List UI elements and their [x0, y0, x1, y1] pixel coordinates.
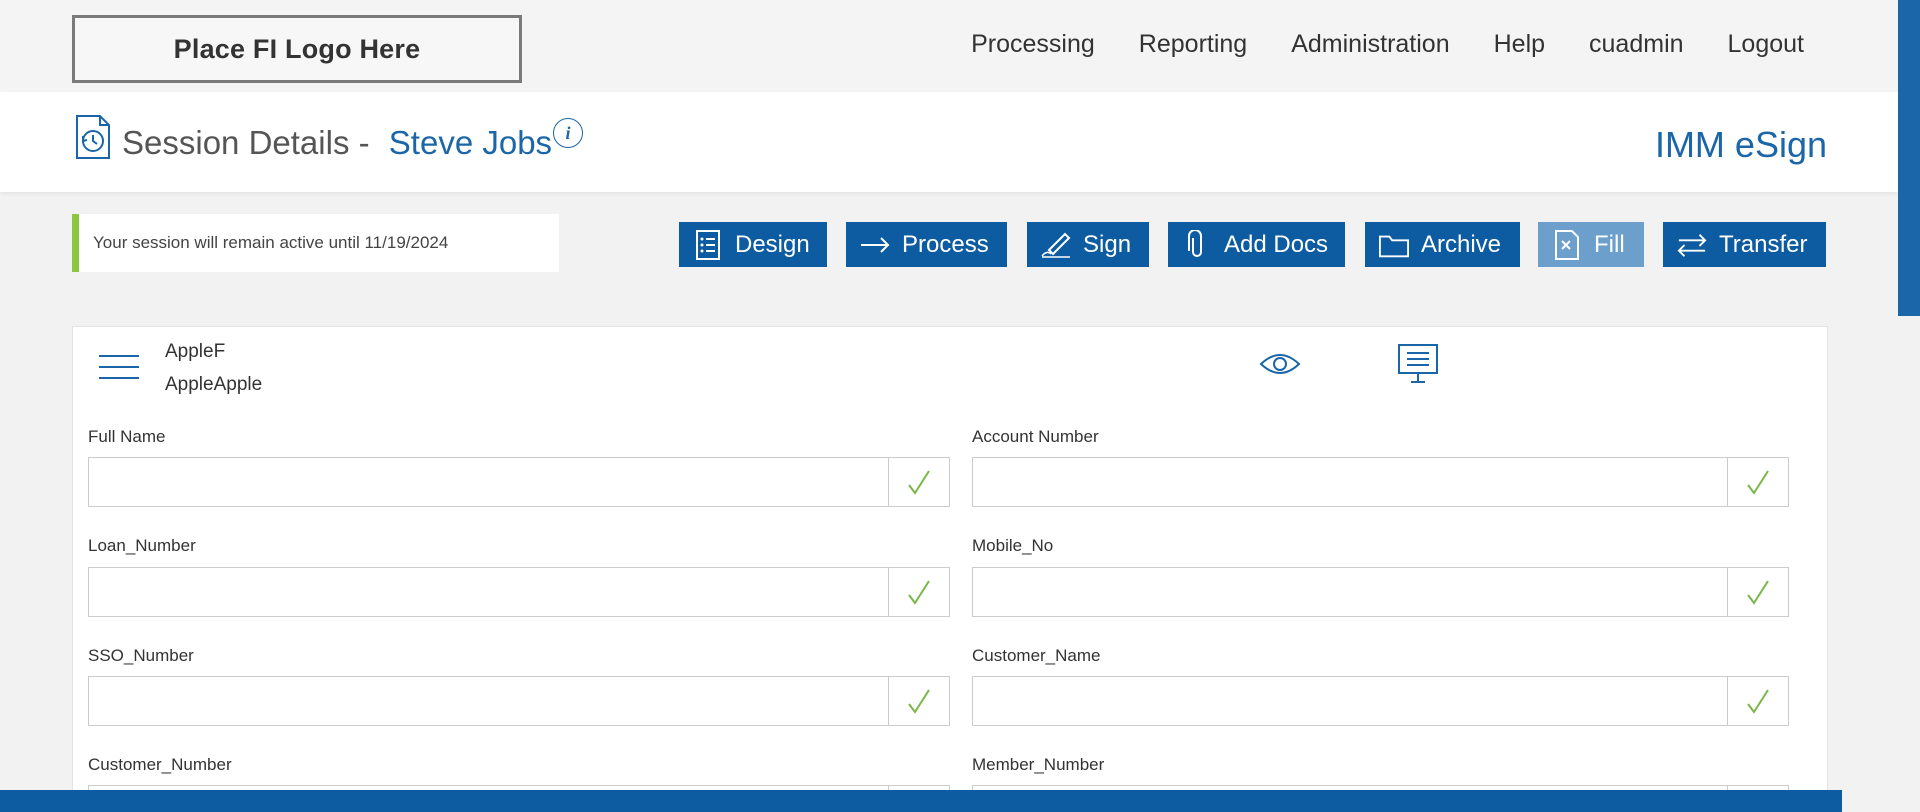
nav-user-cuadmin[interactable]: cuadmin [1589, 30, 1684, 59]
transfer-button-label: Transfer [1719, 230, 1808, 258]
sign-button[interactable]: Sign [1027, 222, 1149, 267]
add-docs-button[interactable]: Add Docs [1168, 222, 1345, 267]
full-name-field [88, 457, 950, 507]
fill-button-label: Fill [1594, 230, 1625, 258]
transfer-arrows-icon [1677, 230, 1707, 260]
transfer-button[interactable]: Transfer [1663, 222, 1826, 267]
monitor-icon[interactable] [1397, 343, 1439, 385]
account-number-field [972, 457, 1789, 507]
confirm-check-icon[interactable] [1727, 677, 1788, 725]
nav-processing[interactable]: Processing [971, 30, 1095, 59]
document-form-card: AppleF AppleApple Full Name Account Numb… [72, 326, 1828, 812]
archive-button[interactable]: Archive [1365, 222, 1520, 267]
sign-button-label: Sign [1083, 230, 1132, 258]
field-label-full-name: Full Name [88, 427, 166, 446]
field-label-customer-name: Customer_Name [972, 646, 1101, 665]
top-navbar: Place FI Logo Here Processing Reporting … [0, 0, 1920, 92]
field-label-mobile-no: Mobile_No [972, 536, 1054, 555]
page-title: Session Details - Steve Jobs [122, 124, 552, 162]
add-docs-button-label: Add Docs [1224, 230, 1329, 258]
page-header: Session Details - Steve Jobs i IMM eSign [0, 92, 1898, 192]
confirm-check-icon[interactable] [888, 458, 949, 506]
pen-icon [1041, 230, 1071, 260]
customer-name-input[interactable] [973, 677, 1726, 725]
form-fill-icon [1552, 229, 1582, 260]
loan-number-field [88, 567, 950, 617]
field-label-sso-number: SSO_Number [88, 646, 194, 665]
process-button-label: Process [902, 230, 989, 258]
document-name-line1: AppleF [165, 341, 226, 362]
sso-number-field [88, 676, 950, 726]
full-name-input[interactable] [89, 458, 887, 506]
field-label-member-number: Member_Number [972, 755, 1105, 774]
design-button-label: Design [735, 230, 810, 258]
scrollbar-thumb[interactable] [1898, 0, 1920, 316]
field-label-customer-number: Customer_Number [88, 755, 232, 774]
title-prefix: Session Details - [122, 124, 370, 161]
session-expiry-notice: Your session will remain active until 11… [72, 214, 559, 272]
confirm-check-icon[interactable] [1727, 458, 1788, 506]
fill-button[interactable]: Fill [1538, 222, 1644, 267]
main-nav: Processing Reporting Administration Help… [971, 30, 1804, 59]
confirm-check-icon[interactable] [1727, 568, 1788, 616]
product-name: IMM eSign [1654, 124, 1827, 165]
nav-administration[interactable]: Administration [1291, 30, 1449, 59]
field-label-account-number: Account Number [972, 427, 1099, 446]
document-name-line2: AppleApple [165, 374, 263, 395]
process-button[interactable]: Process [846, 222, 1007, 267]
sso-number-input[interactable] [89, 677, 887, 725]
mobile-no-field [972, 567, 1789, 617]
account-number-input[interactable] [973, 458, 1726, 506]
bottom-bar [0, 790, 1842, 812]
design-button[interactable]: Design [679, 222, 827, 267]
confirm-check-icon[interactable] [888, 568, 949, 616]
loan-number-input[interactable] [89, 568, 887, 616]
eye-preview-icon[interactable] [1259, 349, 1301, 379]
checklist-icon [693, 229, 723, 260]
paperclip-icon [1182, 229, 1212, 260]
fi-logo-placeholder: Place FI Logo Here [72, 15, 522, 83]
info-icon[interactable]: i [553, 118, 583, 148]
nav-logout[interactable]: Logout [1728, 30, 1804, 59]
nav-reporting[interactable]: Reporting [1139, 30, 1247, 59]
vertical-scrollbar[interactable] [1898, 0, 1920, 812]
folder-icon [1379, 230, 1409, 260]
field-label-loan-number: Loan_Number [88, 536, 196, 555]
archive-button-label: Archive [1421, 230, 1502, 258]
mobile-no-input[interactable] [973, 568, 1726, 616]
customer-name: Steve Jobs [388, 124, 553, 161]
session-history-icon [76, 115, 110, 159]
confirm-check-icon[interactable] [888, 677, 949, 725]
arrow-right-icon [860, 230, 890, 260]
customer-name-field [972, 676, 1789, 726]
hamburger-menu-icon[interactable] [99, 355, 139, 385]
nav-help[interactable]: Help [1494, 30, 1545, 59]
